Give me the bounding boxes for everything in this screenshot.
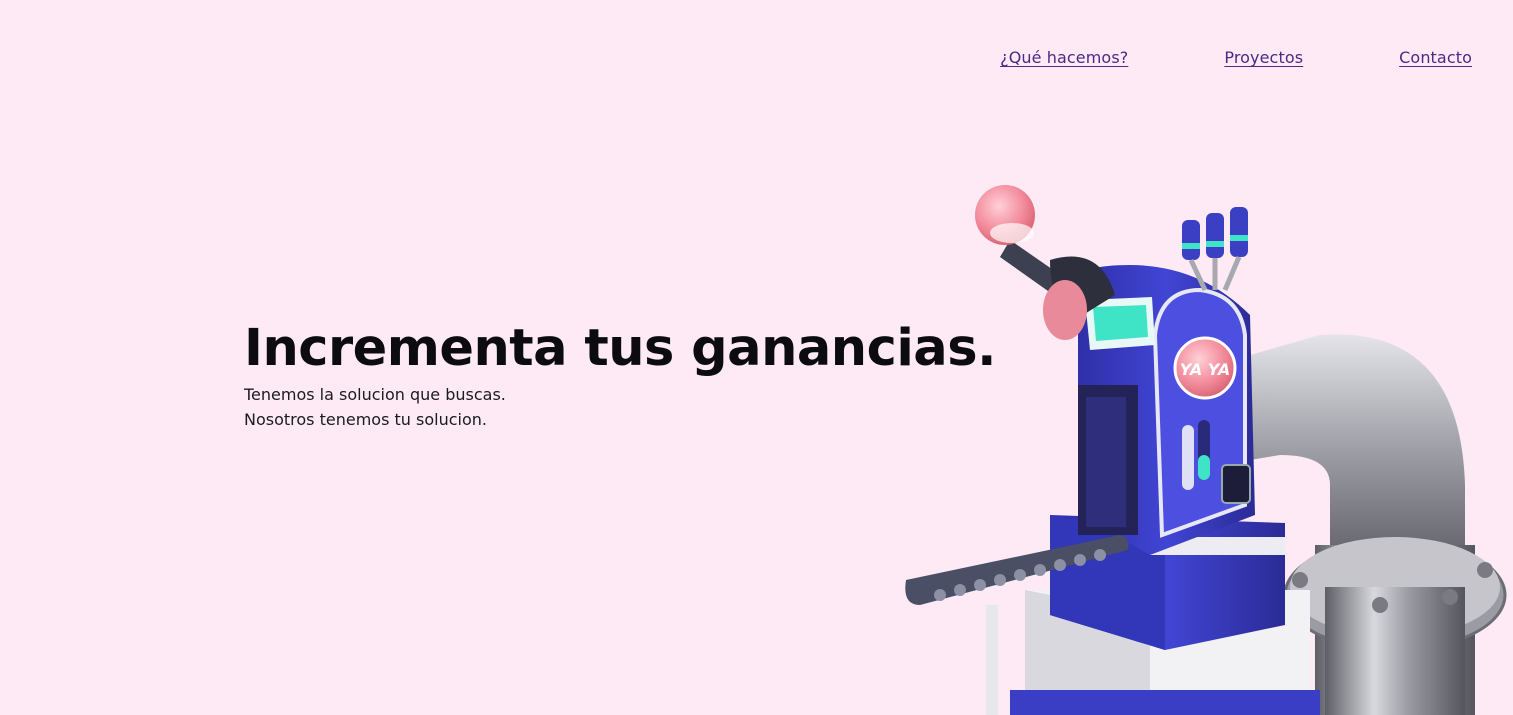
- bolt-1: [1292, 572, 1308, 588]
- bolt-2: [1372, 597, 1388, 613]
- top-tube-2: [1206, 213, 1224, 258]
- hero-title: Incrementa tus ganancias.: [244, 319, 996, 378]
- top-tube-ring-2: [1206, 241, 1224, 247]
- lever-knob-ring: [990, 223, 1034, 243]
- pipe-elbow: [1250, 334, 1465, 545]
- landing-page: ¿Qué hacemos? Proyectos Contacto Increme…: [0, 0, 1513, 715]
- vending-machine-illustration: YA YA: [905, 185, 1507, 715]
- nav-link-contacto[interactable]: Contacto: [1399, 48, 1472, 67]
- indicator-level: [1198, 455, 1210, 480]
- indicator-slot-1: [1182, 425, 1194, 490]
- bolt-3: [1442, 589, 1458, 605]
- conveyor-leg: [986, 605, 998, 715]
- base-blue-bottom: [1010, 690, 1320, 715]
- nav-link-que-hacemos[interactable]: ¿Qué hacemos?: [1000, 48, 1128, 67]
- top-nav: ¿Qué hacemos? Proyectos Contacto: [1000, 48, 1472, 67]
- machine-door-inner: [1086, 397, 1126, 527]
- hero-section: Incrementa tus ganancias. Tenemos la sol…: [244, 316, 996, 432]
- hero-subtitle-line-1: Tenemos la solucion que buscas.: [244, 385, 506, 404]
- brand-badge-text: YA YA: [1180, 360, 1230, 379]
- lever-pink-disk: [1043, 280, 1087, 340]
- nav-link-proyectos[interactable]: Proyectos: [1224, 48, 1303, 67]
- top-tube-1: [1182, 220, 1200, 260]
- hero-subtitle-line-2: Nosotros tenemos tu solucion.: [244, 410, 487, 429]
- top-tube-3: [1230, 207, 1248, 257]
- screen: [1093, 305, 1148, 341]
- pipe-lower: [1325, 587, 1465, 715]
- control-chip: [1221, 464, 1251, 504]
- top-tube-ring-3: [1230, 235, 1248, 241]
- top-tube-ring-1: [1182, 243, 1200, 249]
- bolt-4: [1477, 562, 1493, 578]
